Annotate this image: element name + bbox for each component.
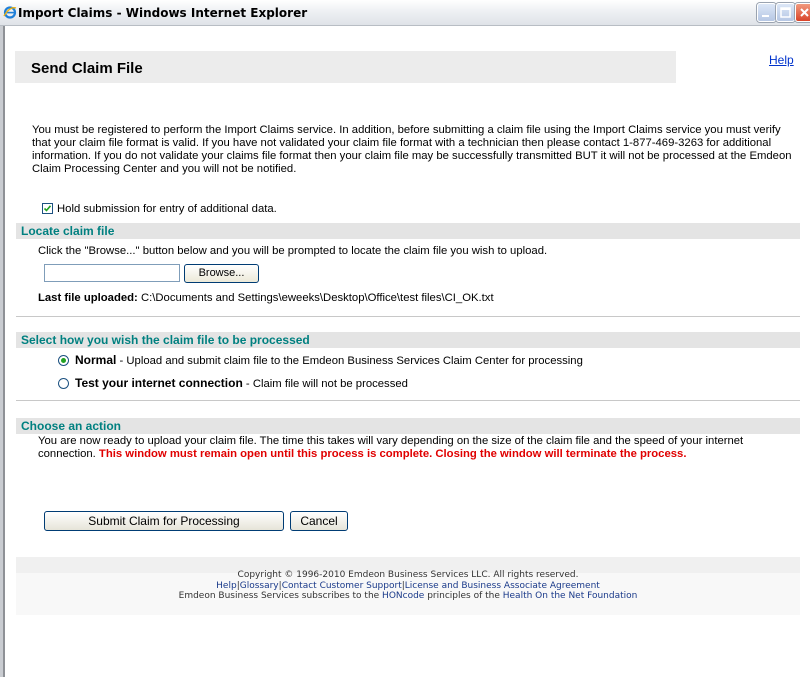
process-section-header: Select how you wish the claim file to be… bbox=[16, 332, 800, 348]
footer-link-license-agreement[interactable]: License and Business Associate Agreement bbox=[405, 581, 600, 591]
normal-description: - Upload and submit claim file to the Em… bbox=[116, 355, 583, 367]
test-connection-radio[interactable] bbox=[58, 378, 69, 389]
last-file-label: Last file uploaded: bbox=[38, 292, 138, 304]
test-connection-label: Test your internet connection bbox=[75, 376, 243, 390]
process-section-heading: Select how you wish the claim file to be… bbox=[21, 333, 310, 347]
section-divider bbox=[16, 400, 800, 401]
section-divider bbox=[16, 316, 800, 317]
footer-link-help[interactable]: Help bbox=[216, 581, 237, 591]
hon-foundation-link[interactable]: Health On the Net Foundation bbox=[503, 591, 638, 601]
submit-claim-button[interactable]: Submit Claim for Processing bbox=[44, 511, 284, 531]
radio-option-normal[interactable]: Normal - Upload and submit claim file to… bbox=[58, 353, 583, 367]
minimize-button[interactable] bbox=[757, 3, 776, 22]
honcode-link[interactable]: HONcode bbox=[382, 591, 424, 601]
test-connection-description: - Claim file will not be processed bbox=[242, 378, 408, 390]
footer-link-glossary[interactable]: Glossary bbox=[240, 581, 279, 591]
hold-submission-label: Hold submission for entry of additional … bbox=[57, 203, 277, 215]
radio-option-test-connection[interactable]: Test your internet connection - Claim fi… bbox=[58, 376, 408, 390]
page-title: Send Claim File bbox=[31, 60, 143, 77]
action-instructions: You are now ready to upload your claim f… bbox=[38, 435, 793, 461]
window-frame-inner bbox=[3, 26, 5, 677]
keep-window-open-warning: This window must remain open until this … bbox=[98, 448, 687, 460]
normal-radio[interactable] bbox=[58, 355, 69, 366]
maximize-button[interactable] bbox=[776, 3, 795, 22]
footer-links: Help|Glossary|Contact Customer Support|L… bbox=[16, 581, 800, 592]
locate-section-header: Locate claim file bbox=[16, 223, 800, 239]
hold-submission-option[interactable]: Hold submission for entry of additional … bbox=[42, 203, 277, 215]
window-title-bar: Import Claims - Windows Internet Explore… bbox=[0, 0, 810, 26]
last-file-uploaded: Last file uploaded: C:\Documents and Set… bbox=[38, 292, 494, 304]
intro-text: You must be registered to perform the Im… bbox=[32, 124, 792, 175]
file-path-input[interactable] bbox=[44, 264, 180, 282]
page-header: Send Claim File bbox=[15, 51, 676, 83]
last-file-path: C:\Documents and Settings\eweeks\Desktop… bbox=[140, 292, 494, 304]
page-footer: Copyright © 1996-2010 Emdeon Business Se… bbox=[16, 570, 800, 602]
action-section-heading: Choose an action bbox=[21, 419, 122, 433]
locate-section-heading: Locate claim file bbox=[21, 224, 115, 238]
hon-prefix: Emdeon Business Services subscribes to t… bbox=[178, 591, 383, 601]
close-button[interactable] bbox=[795, 3, 810, 22]
copyright-text: Copyright © 1996-2010 Emdeon Business Se… bbox=[237, 570, 579, 580]
browse-button[interactable]: Browse... bbox=[184, 264, 259, 283]
window-title: Import Claims - Windows Internet Explore… bbox=[18, 6, 308, 20]
internet-explorer-icon bbox=[3, 5, 17, 19]
hold-submission-checkbox[interactable] bbox=[42, 203, 53, 214]
hon-statement: Emdeon Business Services subscribes to t… bbox=[16, 591, 800, 602]
normal-label: Normal bbox=[75, 353, 117, 367]
footer-link-contact-support[interactable]: Contact Customer Support bbox=[282, 581, 402, 591]
cancel-button[interactable]: Cancel bbox=[290, 511, 348, 531]
hon-middle: principles of the bbox=[424, 591, 503, 601]
locate-instruction: Click the "Browse..." button below and y… bbox=[38, 245, 548, 257]
help-link[interactable]: Help bbox=[769, 53, 794, 67]
action-section-header: Choose an action bbox=[16, 418, 800, 434]
